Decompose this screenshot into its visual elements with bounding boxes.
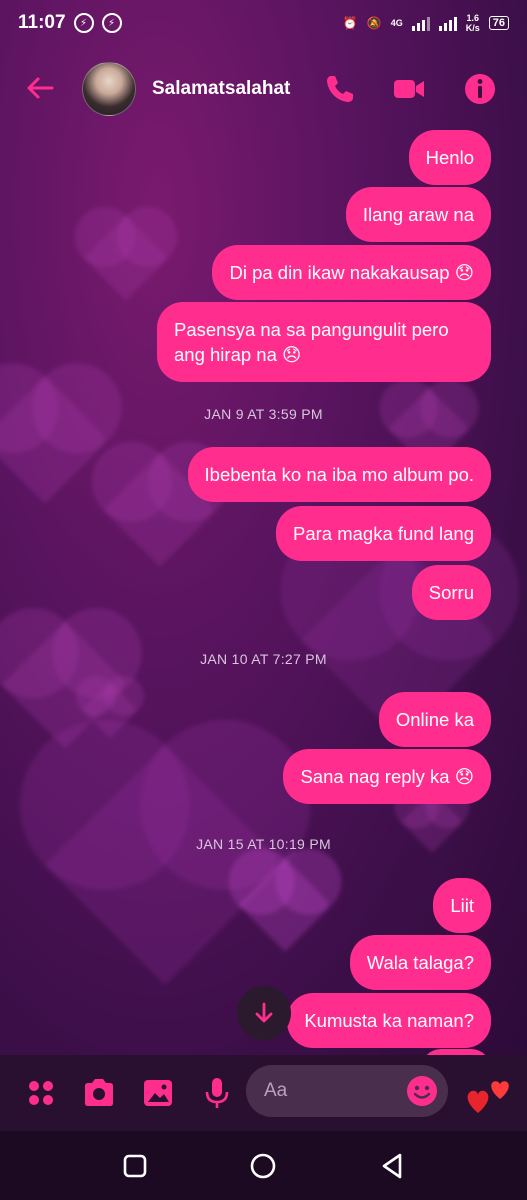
system-navigation-bar xyxy=(0,1131,527,1200)
message-bubble[interactable]: Online ka xyxy=(378,692,491,747)
message-bubble[interactable]: Sana nag reply ka 😞 xyxy=(283,749,491,804)
signal-icon xyxy=(438,15,457,31)
back-arrow-icon[interactable] xyxy=(24,72,56,104)
status-bar: 11:07 ⚡ ⚡ ⏰ 🔕 4G 1.6 K/s 76 xyxy=(0,0,527,46)
message-bubble[interactable]: Sorru xyxy=(411,565,491,620)
message-bubble[interactable]: Wala talaga? xyxy=(349,935,491,990)
message-bubble[interactable]: Ibebenta ko na iba mo album po. xyxy=(187,447,491,502)
net-speed-unit: K/s xyxy=(465,23,480,33)
home-icon[interactable] xyxy=(248,1151,278,1181)
mute-bell-icon: 🔕 xyxy=(366,16,382,30)
more-dots-icon[interactable] xyxy=(23,1075,59,1111)
message-bubble[interactable]: Liit xyxy=(433,878,491,933)
timestamp: JAN 9 AT 3:59 PM xyxy=(204,406,323,422)
net-speed: 1.6 xyxy=(466,13,479,23)
message-bubble[interactable]: Ilang araw na xyxy=(345,187,491,242)
chat-header: Salamatsalahat xyxy=(0,46,527,132)
camera-icon[interactable] xyxy=(81,1075,117,1111)
message-bubble[interactable]: Henlo xyxy=(408,130,491,185)
messenger-notification-icon: ⚡ xyxy=(73,13,94,33)
message-input[interactable]: Aa xyxy=(246,1065,448,1117)
back-nav-icon[interactable] xyxy=(378,1151,408,1181)
info-icon[interactable] xyxy=(463,72,497,106)
message-bubble[interactable]: Para magka fund lang xyxy=(275,506,491,561)
microphone-icon[interactable] xyxy=(199,1075,235,1111)
hearts-icon[interactable] xyxy=(464,1065,514,1117)
message-composer: Aa xyxy=(0,1055,527,1131)
battery-indicator: 76 xyxy=(488,16,509,30)
video-camera-icon[interactable] xyxy=(392,72,426,106)
message-bubble[interactable]: Di pa din ikaw nakakausap 😞 xyxy=(212,245,491,300)
timestamp: JAN 15 AT 10:19 PM xyxy=(196,836,331,852)
status-time: 11:07 xyxy=(18,12,66,33)
arrow-down-icon xyxy=(255,1002,273,1023)
timestamp: JAN 10 AT 7:27 PM xyxy=(200,651,327,667)
contact-name[interactable]: Salamatsalahat xyxy=(152,78,290,100)
network-type: 4G xyxy=(390,18,403,28)
message-input-placeholder: Aa xyxy=(264,1080,288,1101)
signal-icon xyxy=(411,15,430,31)
recent-apps-icon[interactable] xyxy=(120,1151,150,1181)
emoji-icon[interactable] xyxy=(406,1075,438,1107)
gallery-icon[interactable] xyxy=(140,1075,176,1111)
alarm-icon: ⏰ xyxy=(342,16,358,30)
phone-icon[interactable] xyxy=(323,72,357,106)
scroll-to-bottom-button[interactable] xyxy=(237,986,291,1040)
avatar[interactable] xyxy=(82,62,136,116)
message-bubble[interactable]: Pasensya na sa pangungulit pero ang hira… xyxy=(157,302,491,382)
message-bubble[interactable]: Kumusta ka naman? xyxy=(287,993,491,1048)
messenger-notification-icon: ⚡ xyxy=(101,13,122,33)
